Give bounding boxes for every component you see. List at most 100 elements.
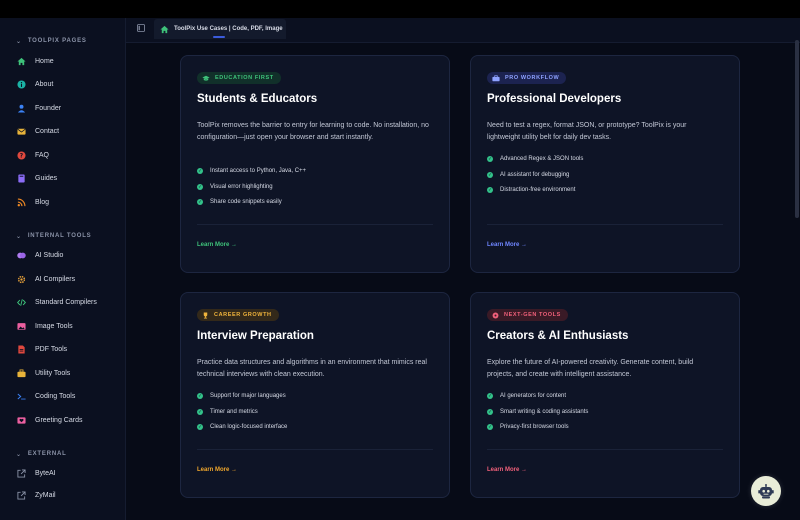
learn-more-link[interactable]: Learn More → xyxy=(197,467,237,473)
external-link-icon xyxy=(17,490,26,500)
check-icon: ✓ xyxy=(487,186,493,193)
terminal-icon xyxy=(17,392,26,401)
home-icon xyxy=(160,25,169,34)
card-description: Need to test a regex, format JSON, or pr… xyxy=(487,122,687,141)
sidebar-item-ai-compilers[interactable]: AI Compilers xyxy=(0,269,126,289)
card-description: Explore the future of AI-powered creativ… xyxy=(487,359,694,378)
sidebar-item-about[interactable]: About xyxy=(0,74,126,94)
tab-indicator xyxy=(213,36,225,38)
card-title: Interview Preparation xyxy=(197,330,314,342)
info-icon xyxy=(17,79,26,89)
sidebar-item-zymail[interactable]: ZyMail xyxy=(0,485,126,505)
external-link-icon xyxy=(17,468,26,478)
check-icon: ✓ xyxy=(487,171,493,178)
feature-item: ✓ Smart writing & coding assistants xyxy=(487,408,589,415)
pdf-icon xyxy=(17,344,26,354)
robot-icon xyxy=(758,483,774,498)
card-professional-developers: PRO WORKFLOW Professional Developers Nee… xyxy=(470,55,740,273)
trophy-icon xyxy=(202,312,209,319)
learn-more-link[interactable]: Learn More → xyxy=(197,242,237,248)
sidebar-toggle-button[interactable] xyxy=(137,24,145,32)
window-top-bar xyxy=(0,0,800,18)
toolbox-icon xyxy=(17,368,26,378)
feature-item: ✓ Timer and metrics xyxy=(197,408,258,415)
sidebar-item-standard-compilers[interactable]: Standard Compilers xyxy=(0,292,126,312)
sidebar-item-founder[interactable]: Founder xyxy=(0,98,126,118)
sidebar-item-blog[interactable]: Blog xyxy=(0,192,126,212)
chevron-down-icon: ⌄ xyxy=(16,451,22,458)
home-icon xyxy=(17,57,26,66)
sidebar-item-contact[interactable]: Contact xyxy=(0,121,126,141)
divider xyxy=(487,449,723,450)
check-icon: ✓ xyxy=(487,408,493,415)
check-icon: ✓ xyxy=(197,392,203,399)
feature-item: ✓ Support for major languages xyxy=(197,392,286,399)
divider xyxy=(487,224,723,225)
sidebar: ⌄ TOOLPIX PAGES Home About Founder Conta… xyxy=(0,18,126,520)
rocket-icon xyxy=(492,312,499,319)
question-icon: ? xyxy=(17,150,26,160)
badge-pro-workflow: PRO WORKFLOW xyxy=(487,72,567,84)
sidebar-section-toolpix-pages[interactable]: ⌄ TOOLPIX PAGES xyxy=(0,35,87,47)
sidebar-section-external[interactable]: ⌄ EXTERNAL xyxy=(0,448,67,460)
sidebar-item-guides[interactable]: Guides xyxy=(0,168,126,188)
feature-item: ✓ Advanced Regex & JSON tools xyxy=(487,155,584,162)
check-icon: ✓ xyxy=(197,183,203,190)
feature-item: ✓ Distraction-free environment xyxy=(487,186,576,193)
check-icon: ✓ xyxy=(197,198,203,205)
divider xyxy=(197,449,433,450)
badge-next-gen-tools: NEXT-GEN TOOLS xyxy=(487,309,568,321)
graduation-cap-icon xyxy=(202,75,210,82)
feature-item: ✓ Clean logic-focused interface xyxy=(197,423,288,430)
sidebar-item-coding-tools[interactable]: Coding Tools xyxy=(0,386,126,406)
learn-more-link[interactable]: Learn More → xyxy=(487,242,527,248)
card-title: Students & Educators xyxy=(197,93,318,105)
user-icon xyxy=(17,104,26,113)
check-icon: ✓ xyxy=(197,423,203,430)
code-icon xyxy=(17,298,26,307)
feature-item: ✓ Privacy-first browser tools xyxy=(487,423,569,430)
badge-career-growth: CAREER GROWTH xyxy=(197,309,279,321)
gear-icon xyxy=(17,275,26,284)
divider xyxy=(197,224,433,225)
book-icon xyxy=(17,173,26,183)
card-creators-ai-enthusiasts: NEXT-GEN TOOLS Creators & AI Enthusiasts… xyxy=(470,292,740,498)
card-icon xyxy=(17,416,26,425)
sidebar-item-byteai[interactable]: ByteAI xyxy=(0,463,126,483)
tab-title: ToolPix Use Cases | Code, PDF, Image xyxy=(174,26,283,32)
sidebar-item-image-tools[interactable]: Image Tools xyxy=(0,316,126,336)
briefcase-icon xyxy=(492,74,500,82)
check-icon: ✓ xyxy=(487,392,493,399)
card-description: Practice data structures and algorithms … xyxy=(197,359,427,378)
sidebar-item-faq[interactable]: ? FAQ xyxy=(0,145,126,165)
sidebar-item-greeting-cards[interactable]: Greeting Cards xyxy=(0,410,126,430)
rss-icon xyxy=(17,197,26,207)
card-students-educators: EDUCATION FIRST Students & Educators Too… xyxy=(180,55,450,273)
badge-education-first: EDUCATION FIRST xyxy=(197,72,281,84)
feature-item: ✓ Share code snippets easily xyxy=(197,198,282,205)
feature-item: ✓ Instant access to Python, Java, C++ xyxy=(197,167,307,174)
check-icon: ✓ xyxy=(487,423,493,430)
chevron-down-icon: ⌄ xyxy=(16,233,22,240)
check-icon: ✓ xyxy=(197,408,203,415)
feature-item: ✓ AI generators for content xyxy=(487,392,567,399)
sidebar-item-home[interactable]: Home xyxy=(0,51,126,71)
check-icon: ✓ xyxy=(487,155,493,162)
panel-toggle-icon xyxy=(137,24,145,32)
image-icon xyxy=(17,322,26,331)
scrollbar[interactable] xyxy=(795,40,799,218)
check-icon: ✓ xyxy=(197,167,203,174)
chevron-down-icon: ⌄ xyxy=(16,38,22,45)
learn-more-link[interactable]: Learn More → xyxy=(487,467,527,473)
sidebar-item-ai-studio[interactable]: AI Studio xyxy=(0,245,126,265)
sidebar-section-internal-tools[interactable]: ⌄ INTERNAL TOOLS xyxy=(0,230,91,242)
sidebar-item-utility-tools[interactable]: Utility Tools xyxy=(0,363,126,383)
mail-icon xyxy=(17,127,26,136)
feature-item: ✓ AI assistant for debugging xyxy=(487,171,570,178)
card-description: ToolPix removes the barrier to entry for… xyxy=(197,122,429,141)
brain-icon xyxy=(17,251,26,260)
feature-item: ✓ Visual error highlighting xyxy=(197,183,273,190)
card-title: Creators & AI Enthusiasts xyxy=(487,330,629,342)
chatbot-button[interactable] xyxy=(751,476,781,506)
sidebar-item-pdf-tools[interactable]: PDF Tools xyxy=(0,339,126,359)
